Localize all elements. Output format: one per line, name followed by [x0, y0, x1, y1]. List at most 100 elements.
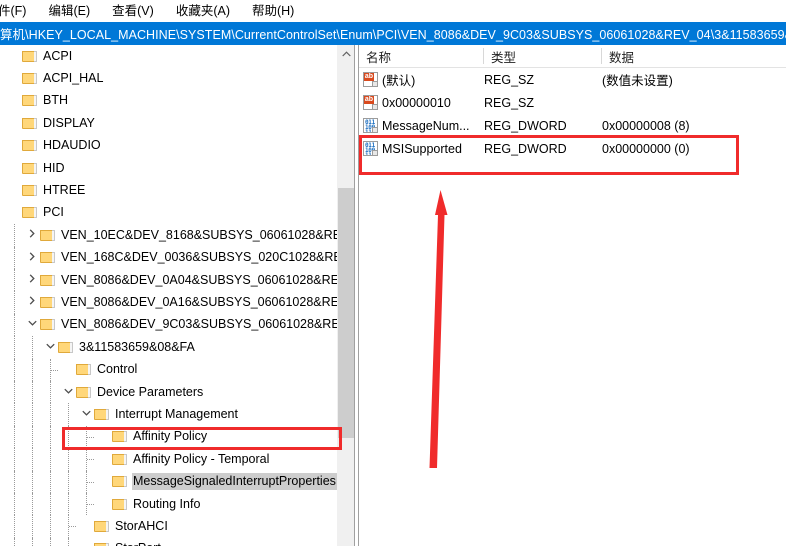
tree-item-label: Affinity Policy - Temporal [133, 451, 270, 466]
tree-vertical-scrollbar[interactable] [337, 45, 355, 546]
folder-icon [40, 296, 55, 309]
tree-item-hdaudio[interactable]: HDAUDIO [0, 135, 337, 157]
tree-item-label: HID [43, 160, 65, 175]
folder-icon [22, 162, 37, 175]
chevron-down-icon[interactable] [42, 343, 58, 352]
tree-guide-line [14, 448, 15, 471]
value-row[interactable]: 011 100 110 MSISupported REG_DWORD 0x00000000… [359, 137, 786, 160]
chevron-right-icon[interactable] [24, 252, 40, 264]
tree-item-label: Device Parameters [97, 384, 204, 399]
folder-icon [112, 430, 127, 443]
registry-editor-window: 件(F) 编辑(E) 查看(V) 收藏夹(A) 帮助(H) 算机\HKEY_LO… [0, 0, 786, 546]
folder-icon [76, 363, 91, 376]
folder-icon [22, 206, 37, 219]
menu-help[interactable]: 帮助(H) [241, 1, 305, 21]
chevron-right-icon[interactable] [24, 274, 40, 286]
tree-guide-line [32, 515, 33, 538]
value-data-text: (数值未设置) [602, 74, 673, 88]
tree-guide-line [50, 448, 51, 471]
tree-item-bth[interactable]: BTH [0, 90, 337, 112]
tree-guide-line [14, 470, 15, 493]
tree-item-label: StorAHCI [115, 518, 168, 533]
registry-value-pane[interactable]: 名称 类型 数据 ab (默认) REG_SZ (数值未设置) ab 0x00000010… [359, 45, 786, 546]
tree-item-htree[interactable]: HTREE [0, 179, 337, 201]
tree-item-label: VEN_8086&DEV_0A04&SUBSYS_06061028&REV_0B [61, 272, 337, 287]
tree-item-label: VEN_8086&DEV_0A16&SUBSYS_06061028&REV_0B [61, 294, 337, 309]
tree-guide-line [50, 493, 51, 516]
tree-guide-line [14, 291, 15, 314]
folder-icon [22, 50, 37, 63]
tree-item-hid[interactable]: HID [0, 157, 337, 179]
column-header-type[interactable]: 类型 [484, 45, 601, 67]
tree-item-label: Control [97, 362, 138, 377]
tree-item-label: Interrupt Management [115, 406, 238, 421]
tree-item-label: HDAUDIO [43, 138, 101, 153]
tree-item-pci[interactable]: PCI [0, 202, 337, 224]
tree-item-ven-8086-dev-0a16-subsys-06061028-rev-0b[interactable]: VEN_8086&DEV_0A16&SUBSYS_06061028&REV_0B [0, 291, 337, 313]
value-data-text: 0x00000000 (0) [602, 141, 690, 156]
tree-item-ven-168c-dev-0036-subsys-020c1028-rev-01[interactable]: VEN_168C&DEV_0036&SUBSYS_020C1028&REV_01 [0, 247, 337, 269]
menu-file[interactable]: 件(F) [0, 1, 37, 21]
folder-icon [40, 318, 55, 331]
tree-item-label: DISPLAY [43, 115, 95, 130]
tree-item-label: BTH [43, 93, 68, 108]
value-name-text: MessageNum... [382, 118, 470, 133]
value-name-text: (默认) [382, 74, 416, 88]
tree-guide-line [14, 515, 15, 538]
tree-guide-line [50, 403, 51, 426]
value-list-header: 名称 类型 数据 [359, 45, 786, 68]
menu-edit[interactable]: 编辑(E) [37, 1, 101, 21]
chevron-down-icon[interactable] [78, 410, 94, 419]
value-data-text: 0x00000008 (8) [602, 118, 690, 133]
tree-guide-tick [87, 436, 94, 438]
tree-guide-line [50, 537, 51, 546]
tree-item-label: 3&11583659&08&FA [79, 339, 195, 354]
value-row[interactable]: ab (默认) REG_SZ (数值未设置) [359, 68, 786, 91]
chevron-down-icon[interactable] [60, 388, 76, 397]
column-header-name[interactable]: 名称 [359, 45, 483, 67]
tree-item-label: VEN_8086&DEV_9C03&SUBSYS_06061028&REV_04 [61, 317, 337, 332]
column-header-data[interactable]: 数据 [602, 45, 786, 67]
tree-item-label: Affinity Policy [133, 429, 208, 444]
value-list: ab (默认) REG_SZ (数值未设置) ab 0x00000010 REG_SZ 011… [359, 68, 786, 160]
chevron-right-icon[interactable] [24, 296, 40, 308]
scroll-up-arrow-icon[interactable] [338, 45, 355, 62]
value-type-text: REG_DWORD [484, 118, 567, 133]
folder-icon [22, 72, 37, 85]
tree-item-ven-8086-dev-9c03-subsys-06061028-rev-04[interactable]: VEN_8086&DEV_9C03&SUBSYS_06061028&REV_04 [0, 314, 337, 336]
tree-item-display[interactable]: DISPLAY [0, 112, 337, 134]
string-value-icon: ab [363, 72, 378, 87]
tree-item-acpi-hal[interactable]: ACPI_HAL [0, 67, 337, 89]
menu-favorites[interactable]: 收藏夹(A) [165, 1, 241, 21]
tree-guide-line [14, 224, 15, 247]
tree-item-ven-10ec-dev-8168-subsys-06061028-rev-10[interactable]: VEN_10EC&DEV_8168&SUBSYS_06061028&REV_10 [0, 224, 337, 246]
menu-view[interactable]: 查看(V) [101, 1, 165, 21]
tree-guide-line [50, 381, 51, 404]
tree-item-label: MessageSignaledInterruptProperties [132, 473, 337, 491]
tree-guide-line [14, 358, 15, 381]
chevron-right-icon[interactable] [24, 229, 40, 241]
value-row[interactable]: 011 100 110 MessageNum... REG_DWORD 0x0000000… [359, 114, 786, 137]
tree-item-label: VEN_168C&DEV_0036&SUBSYS_020C1028&REV_01 [61, 250, 337, 265]
tree-guide-tick [69, 526, 76, 528]
value-row[interactable]: ab 0x00000010 REG_SZ [359, 91, 786, 114]
tree-guide-line [32, 336, 33, 359]
tree-guide-line [14, 493, 15, 516]
address-bar[interactable]: 算机\HKEY_LOCAL_MACHINE\SYSTEM\CurrentCont… [0, 22, 786, 45]
tree-guide-line [32, 403, 33, 426]
tree-guide-line [14, 313, 15, 337]
tree-guide-line [32, 470, 33, 493]
tree-guide-line [14, 425, 15, 449]
tree-guide-line [50, 470, 51, 493]
tree-guide-line [14, 381, 15, 404]
registry-tree-pane[interactable]: ACPI ACPI_HAL BTH DISPLAY HDAUDIO HID HTREE PCI… [0, 45, 337, 546]
tree-item-3-11583659-08-fa[interactable]: 3&11583659&08&FA [0, 336, 337, 358]
tree-guide-tick [51, 369, 58, 371]
chevron-down-icon[interactable] [24, 320, 40, 329]
tree-item-ven-8086-dev-0a04-subsys-06061028-rev-0b[interactable]: VEN_8086&DEV_0A04&SUBSYS_06061028&REV_0B [0, 269, 337, 291]
tree-guide-tick [87, 481, 94, 483]
scrollbar-thumb[interactable] [338, 188, 355, 438]
tree-guide-line [68, 448, 69, 471]
tree-item-acpi[interactable]: ACPI [0, 45, 337, 67]
tree-item-label: ACPI [43, 48, 73, 63]
